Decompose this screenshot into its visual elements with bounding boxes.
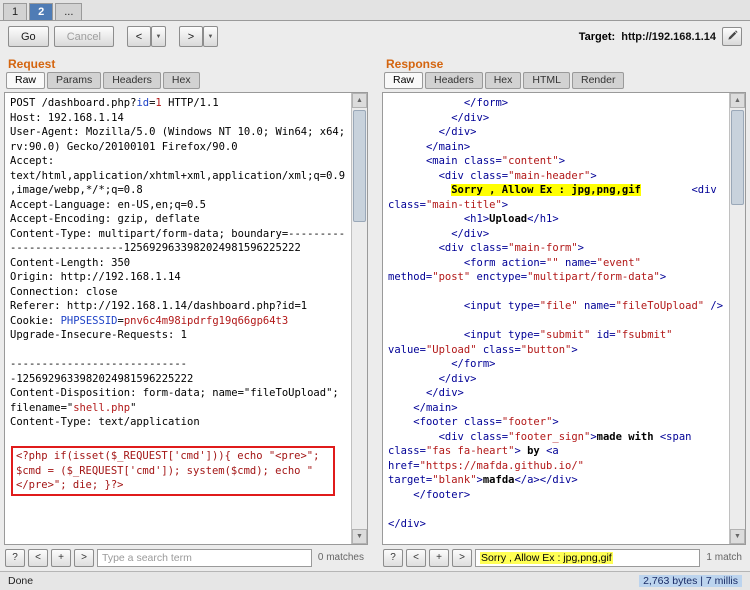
view-tab-hex[interactable]: Hex	[163, 72, 200, 89]
status-metrics: 2,763 bytes | 7 millis	[639, 575, 742, 587]
search-next-button[interactable]: >	[74, 549, 94, 567]
view-tab-hex[interactable]: Hex	[485, 72, 522, 89]
status-state: Done	[8, 575, 33, 587]
request-search-buttons: ?<+>	[5, 549, 94, 567]
response-search-buttons: ?<+>	[383, 549, 472, 567]
view-tab-raw[interactable]: Raw	[384, 72, 423, 89]
view-tab-html[interactable]: HTML	[523, 72, 570, 89]
repeater-tab-bar: 12...	[0, 0, 750, 21]
response-search-bar: ?<+> Sorry , Allow Ex : jpg,png,gif 1 ma…	[382, 545, 746, 569]
target-url: http://192.168.1.14	[621, 31, 716, 43]
scroll-up-icon[interactable]: ▲	[352, 93, 367, 108]
response-search-matches: 1 match	[703, 552, 745, 563]
search-help-button[interactable]: ?	[5, 549, 25, 567]
pencil-icon	[727, 29, 738, 44]
view-tab-headers[interactable]: Headers	[425, 72, 483, 89]
request-scrollbar[interactable]: ▲ ▼	[351, 93, 367, 544]
response-search-input[interactable]: Sorry , Allow Ex : jpg,png,gif	[475, 549, 700, 567]
response-panel: Response RawHeadersHexHTMLRender </form>…	[382, 54, 746, 569]
repeater-window: 12... Go Cancel < ▼ > ▼ Target: http://1…	[0, 0, 750, 590]
php-payload-box: <?php if(isset($_REQUEST['cmd'])){ echo …	[11, 446, 335, 496]
back-button[interactable]: <	[127, 26, 151, 47]
response-scroll-thumb[interactable]	[731, 110, 744, 205]
view-tab-headers[interactable]: Headers	[103, 72, 161, 89]
go-button[interactable]: Go	[8, 26, 49, 47]
request-text-area: POST /dashboard.php?id=1 HTTP/1.1Host: 1…	[4, 92, 368, 545]
repeater-tab-...[interactable]: ...	[55, 3, 82, 20]
target-label: Target:	[579, 31, 615, 43]
forward-button[interactable]: >	[179, 26, 203, 47]
request-title: Request	[4, 54, 368, 72]
response-title: Response	[382, 54, 746, 72]
search-prev-button[interactable]: <	[28, 549, 48, 567]
edit-target-button[interactable]	[722, 27, 742, 46]
repeater-tab-2[interactable]: 2	[29, 3, 53, 20]
view-tab-raw[interactable]: Raw	[6, 72, 45, 89]
request-editor[interactable]: POST /dashboard.php?id=1 HTTP/1.1Host: 1…	[5, 93, 367, 544]
view-tab-params[interactable]: Params	[47, 72, 101, 89]
search-next-button[interactable]: >	[452, 549, 472, 567]
request-search-matches: 0 matches	[315, 552, 367, 563]
request-panel: Request RawParamsHeadersHex POST /dashbo…	[4, 54, 368, 569]
cancel-button[interactable]: Cancel	[54, 26, 114, 47]
response-text-area: </form> </div> </div> </main> <main clas…	[382, 92, 746, 545]
response-search-term: Sorry , Allow Ex : jpg,png,gif	[480, 552, 613, 564]
request-search-input[interactable]	[97, 549, 312, 567]
scroll-down-icon[interactable]: ▼	[730, 529, 745, 544]
request-view-tabs: RawParamsHeadersHex	[4, 72, 368, 92]
scroll-down-icon[interactable]: ▼	[352, 529, 367, 544]
search-options-button[interactable]: +	[51, 549, 71, 567]
response-scrollbar[interactable]: ▲ ▼	[729, 93, 745, 544]
search-options-button[interactable]: +	[429, 549, 449, 567]
response-viewer[interactable]: </form> </div> </div> </main> <main clas…	[383, 93, 745, 544]
history-forward-group: > ▼	[179, 26, 218, 47]
back-dropdown-icon[interactable]: ▼	[151, 26, 166, 47]
repeater-toolbar: Go Cancel < ▼ > ▼ Target: http://192.168…	[0, 21, 750, 52]
forward-dropdown-icon[interactable]: ▼	[203, 26, 218, 47]
response-view-tabs: RawHeadersHexHTMLRender	[382, 72, 746, 92]
repeater-tab-1[interactable]: 1	[3, 3, 27, 20]
view-tab-render[interactable]: Render	[572, 72, 624, 89]
history-back-group: < ▼	[127, 26, 166, 47]
target-bar: Target: http://192.168.1.14	[579, 27, 742, 46]
status-bar: Done 2,763 bytes | 7 millis	[0, 571, 750, 590]
request-scroll-thumb[interactable]	[353, 110, 366, 222]
request-search-bar: ?<+> 0 matches	[4, 545, 368, 569]
scroll-up-icon[interactable]: ▲	[730, 93, 745, 108]
search-help-button[interactable]: ?	[383, 549, 403, 567]
panels-area: Request RawParamsHeadersHex POST /dashbo…	[0, 52, 750, 571]
search-prev-button[interactable]: <	[406, 549, 426, 567]
